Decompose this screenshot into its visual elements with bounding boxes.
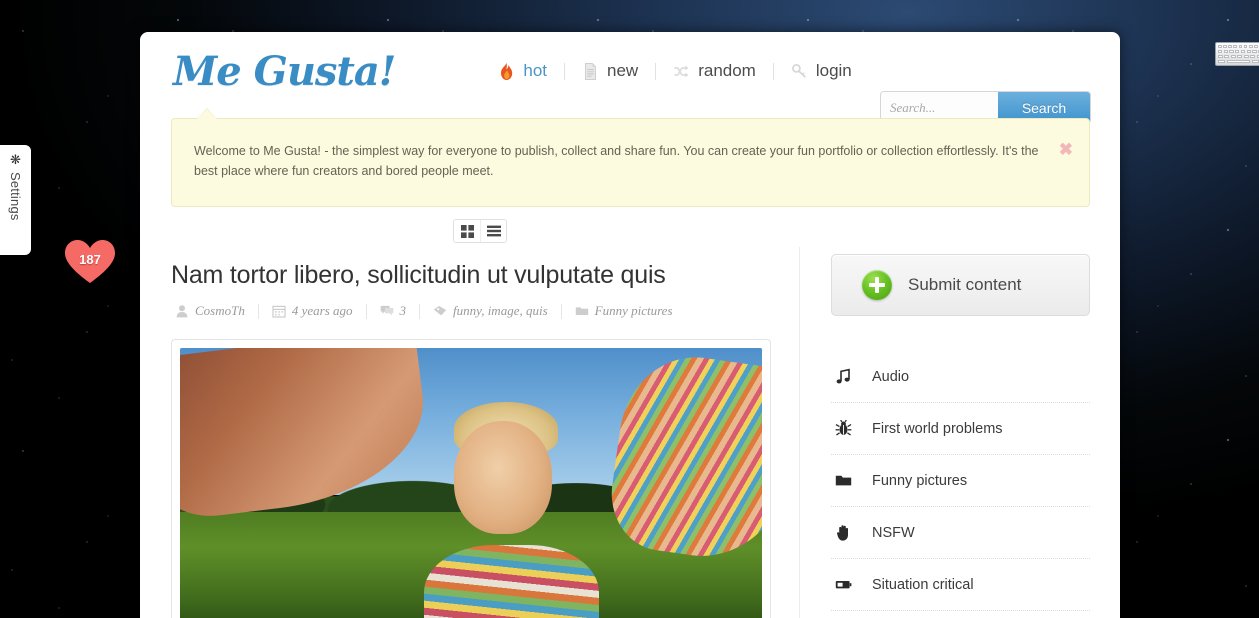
main-navigation: hot new random login xyxy=(481,61,868,81)
meta-tags-label: funny, image, quis xyxy=(453,303,548,318)
submit-content-button[interactable]: Submit content xyxy=(831,254,1090,316)
submit-content-label: Submit content xyxy=(908,275,1022,294)
meta-author-label: CosmoTh xyxy=(195,303,245,318)
sidebar-item-situation-critical[interactable]: Situation critical xyxy=(831,559,1090,611)
nav-item-hot-label: hot xyxy=(523,61,548,80)
meta-tags[interactable]: funny, image, quis xyxy=(420,303,561,319)
bug-icon xyxy=(835,420,852,436)
heart-badge-count: 187 xyxy=(79,252,101,267)
nav-item-random[interactable]: random xyxy=(656,61,773,81)
page-card: Me Gusta! hot new random login Search...… xyxy=(140,32,1120,618)
nav-item-hot[interactable]: hot xyxy=(481,61,564,81)
post-image-frame[interactable] xyxy=(171,339,771,618)
close-icon[interactable]: ✖ xyxy=(1059,141,1073,158)
document-icon xyxy=(585,62,597,80)
comment-icon xyxy=(380,305,393,316)
meta-author[interactable]: CosmoTh xyxy=(171,303,258,319)
sidebar-item-audio-label: Audio xyxy=(872,368,910,385)
sidebar-item-first-world-problems-label: First world problems xyxy=(872,420,1003,437)
meta-date: 4 years ago xyxy=(259,303,366,319)
heart-badge[interactable]: 187 xyxy=(64,239,116,285)
flame-icon xyxy=(501,62,513,80)
meta-category-label: Funny pictures xyxy=(594,303,673,318)
post-meta: CosmoTh 4 years ago 3 funny, image, quis… xyxy=(171,303,771,319)
sidebar: Submit content Audio First world problem… xyxy=(800,247,1090,618)
nav-item-new-label: new xyxy=(607,61,639,80)
category-list: Audio First world problems Funny picture… xyxy=(831,351,1090,611)
list-icon xyxy=(486,225,501,237)
site-header: Me Gusta! hot new random login Search...… xyxy=(140,32,1120,123)
shuffle-icon xyxy=(674,65,689,77)
settings-tab[interactable]: ❋ Settings xyxy=(0,145,31,255)
view-toggle-bar xyxy=(140,219,1120,243)
sidebar-item-first-world-problems[interactable]: First world problems xyxy=(831,403,1090,455)
battery-icon xyxy=(835,581,852,589)
gear-icon: ❋ xyxy=(10,152,21,167)
sidebar-item-audio[interactable]: Audio xyxy=(831,351,1090,403)
welcome-notice: Welcome to Me Gusta! - the simplest way … xyxy=(171,108,1090,207)
keyboard-icon[interactable] xyxy=(1215,42,1259,66)
list-view-button[interactable] xyxy=(480,220,506,242)
folder-icon xyxy=(835,475,852,486)
sidebar-item-situation-critical-label: Situation critical xyxy=(872,576,974,593)
image-child-head xyxy=(453,421,553,535)
main-column: Nam tortor libero, sollicitudin ut vulpu… xyxy=(171,247,771,618)
sidebar-item-nsfw[interactable]: NSFW xyxy=(831,507,1090,559)
grid-view-button[interactable] xyxy=(454,220,480,242)
nav-item-login-label: login xyxy=(815,61,852,80)
meta-comments[interactable]: 3 xyxy=(367,303,420,319)
meta-category[interactable]: Funny pictures xyxy=(562,303,686,319)
meta-comments-count: 3 xyxy=(399,303,407,318)
sidebar-item-nsfw-label: NSFW xyxy=(872,524,915,541)
content-columns: Nam tortor libero, sollicitudin ut vulpu… xyxy=(140,247,1120,618)
user-icon xyxy=(176,305,188,318)
nav-item-new[interactable]: new xyxy=(565,61,655,81)
site-logo[interactable]: Me Gusta! xyxy=(173,48,396,95)
tag-icon xyxy=(433,306,447,316)
plus-icon xyxy=(862,270,892,300)
sidebar-item-funny-pictures[interactable]: Funny pictures xyxy=(831,455,1090,507)
view-toggle xyxy=(453,219,507,243)
nav-item-login[interactable]: login xyxy=(774,61,869,81)
welcome-notice-text: Welcome to Me Gusta! - the simplest way … xyxy=(194,144,1039,178)
meta-date-label: 4 years ago xyxy=(291,303,353,318)
calendar-icon xyxy=(272,305,286,318)
folder-icon xyxy=(575,307,588,315)
post-image[interactable] xyxy=(180,348,762,618)
key-icon xyxy=(791,63,806,78)
hand-icon xyxy=(836,525,848,541)
nav-item-random-label: random xyxy=(698,61,756,80)
sidebar-item-funny-pictures-label: Funny pictures xyxy=(872,472,968,489)
post-title[interactable]: Nam tortor libero, sollicitudin ut vulpu… xyxy=(171,259,771,291)
grid-icon xyxy=(460,224,474,238)
settings-tab-label: Settings xyxy=(8,172,23,221)
image-child-body xyxy=(424,545,600,618)
music-note-icon xyxy=(836,368,850,384)
